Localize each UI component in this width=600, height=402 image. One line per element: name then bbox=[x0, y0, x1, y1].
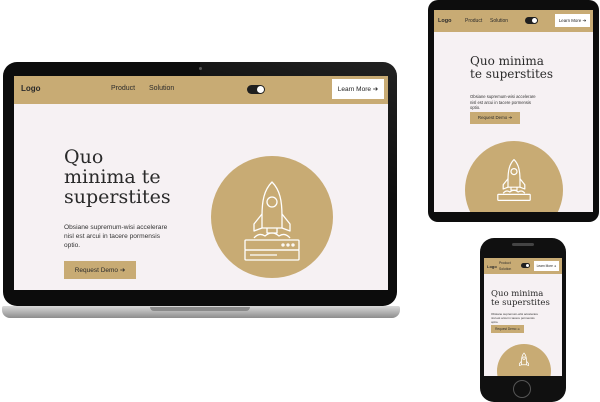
rocket-launch-icon bbox=[497, 159, 531, 201]
toggle-switch[interactable] bbox=[525, 17, 538, 24]
toggle-knob bbox=[257, 86, 264, 93]
hero-heading: Quo minima te superstites bbox=[64, 146, 171, 208]
phone-home-button[interactable] bbox=[513, 380, 531, 398]
navbar: Logo Product Solution Learn More ➔ bbox=[484, 258, 562, 274]
navbar: Logo Product Solution Learn More ➔ bbox=[14, 76, 388, 104]
learn-more-button[interactable]: Learn More ➔ bbox=[534, 261, 559, 271]
logo[interactable]: Logo bbox=[21, 84, 41, 93]
navbar: Logo Product Solution Learn More ➔ bbox=[434, 10, 593, 32]
phone-website: Logo Product Solution Learn More ➔ Quo m… bbox=[484, 258, 562, 376]
hero-subtitle: Obsiane supremum-wisi accelerare nisl es… bbox=[470, 94, 536, 111]
learn-more-button[interactable]: Learn More ➔ bbox=[332, 79, 384, 99]
rocket-launch-icon bbox=[518, 352, 530, 366]
hero-heading: Quo minima te superstites bbox=[470, 54, 554, 82]
hero-subtitle: Obsiane supremum-wisi accelerare nisl es… bbox=[64, 224, 168, 249]
nav-link-product[interactable]: Product bbox=[499, 261, 511, 265]
laptop-camera bbox=[199, 67, 202, 70]
nav-link-solution[interactable]: Solution bbox=[499, 267, 511, 271]
nav-link-product[interactable]: Product bbox=[465, 18, 482, 24]
request-demo-button[interactable]: Request Demo ➔ bbox=[470, 112, 520, 124]
toggle-switch[interactable] bbox=[521, 263, 530, 268]
learn-more-button[interactable]: Learn More ➔ bbox=[555, 14, 590, 27]
phone-speaker bbox=[512, 243, 534, 246]
hero-subtitle: Obsiane supremum-wisi accelerare nisl es… bbox=[491, 312, 539, 325]
logo[interactable]: Logo bbox=[438, 18, 451, 24]
toggle-switch[interactable] bbox=[247, 85, 265, 94]
tablet-website: Logo Product Solution Learn More ➔ Quo m… bbox=[434, 10, 593, 212]
nav-link-product[interactable]: Product bbox=[111, 85, 135, 92]
rocket-launch-icon bbox=[244, 181, 300, 261]
hero-heading: Quo minima te superstites bbox=[491, 289, 550, 309]
toggle-knob bbox=[532, 18, 537, 23]
laptop-hinge-notch bbox=[150, 307, 250, 311]
nav-link-solution[interactable]: Solution bbox=[149, 85, 174, 92]
logo[interactable]: Logo bbox=[487, 264, 497, 269]
laptop-website: Logo Product Solution Learn More ➔ Quo m… bbox=[14, 76, 388, 290]
nav-link-solution[interactable]: Solution bbox=[490, 18, 508, 24]
request-demo-button[interactable]: Request Demo ➔ bbox=[491, 325, 524, 333]
request-demo-button[interactable]: Request Demo ➔ bbox=[64, 261, 136, 279]
toggle-knob bbox=[526, 264, 529, 267]
